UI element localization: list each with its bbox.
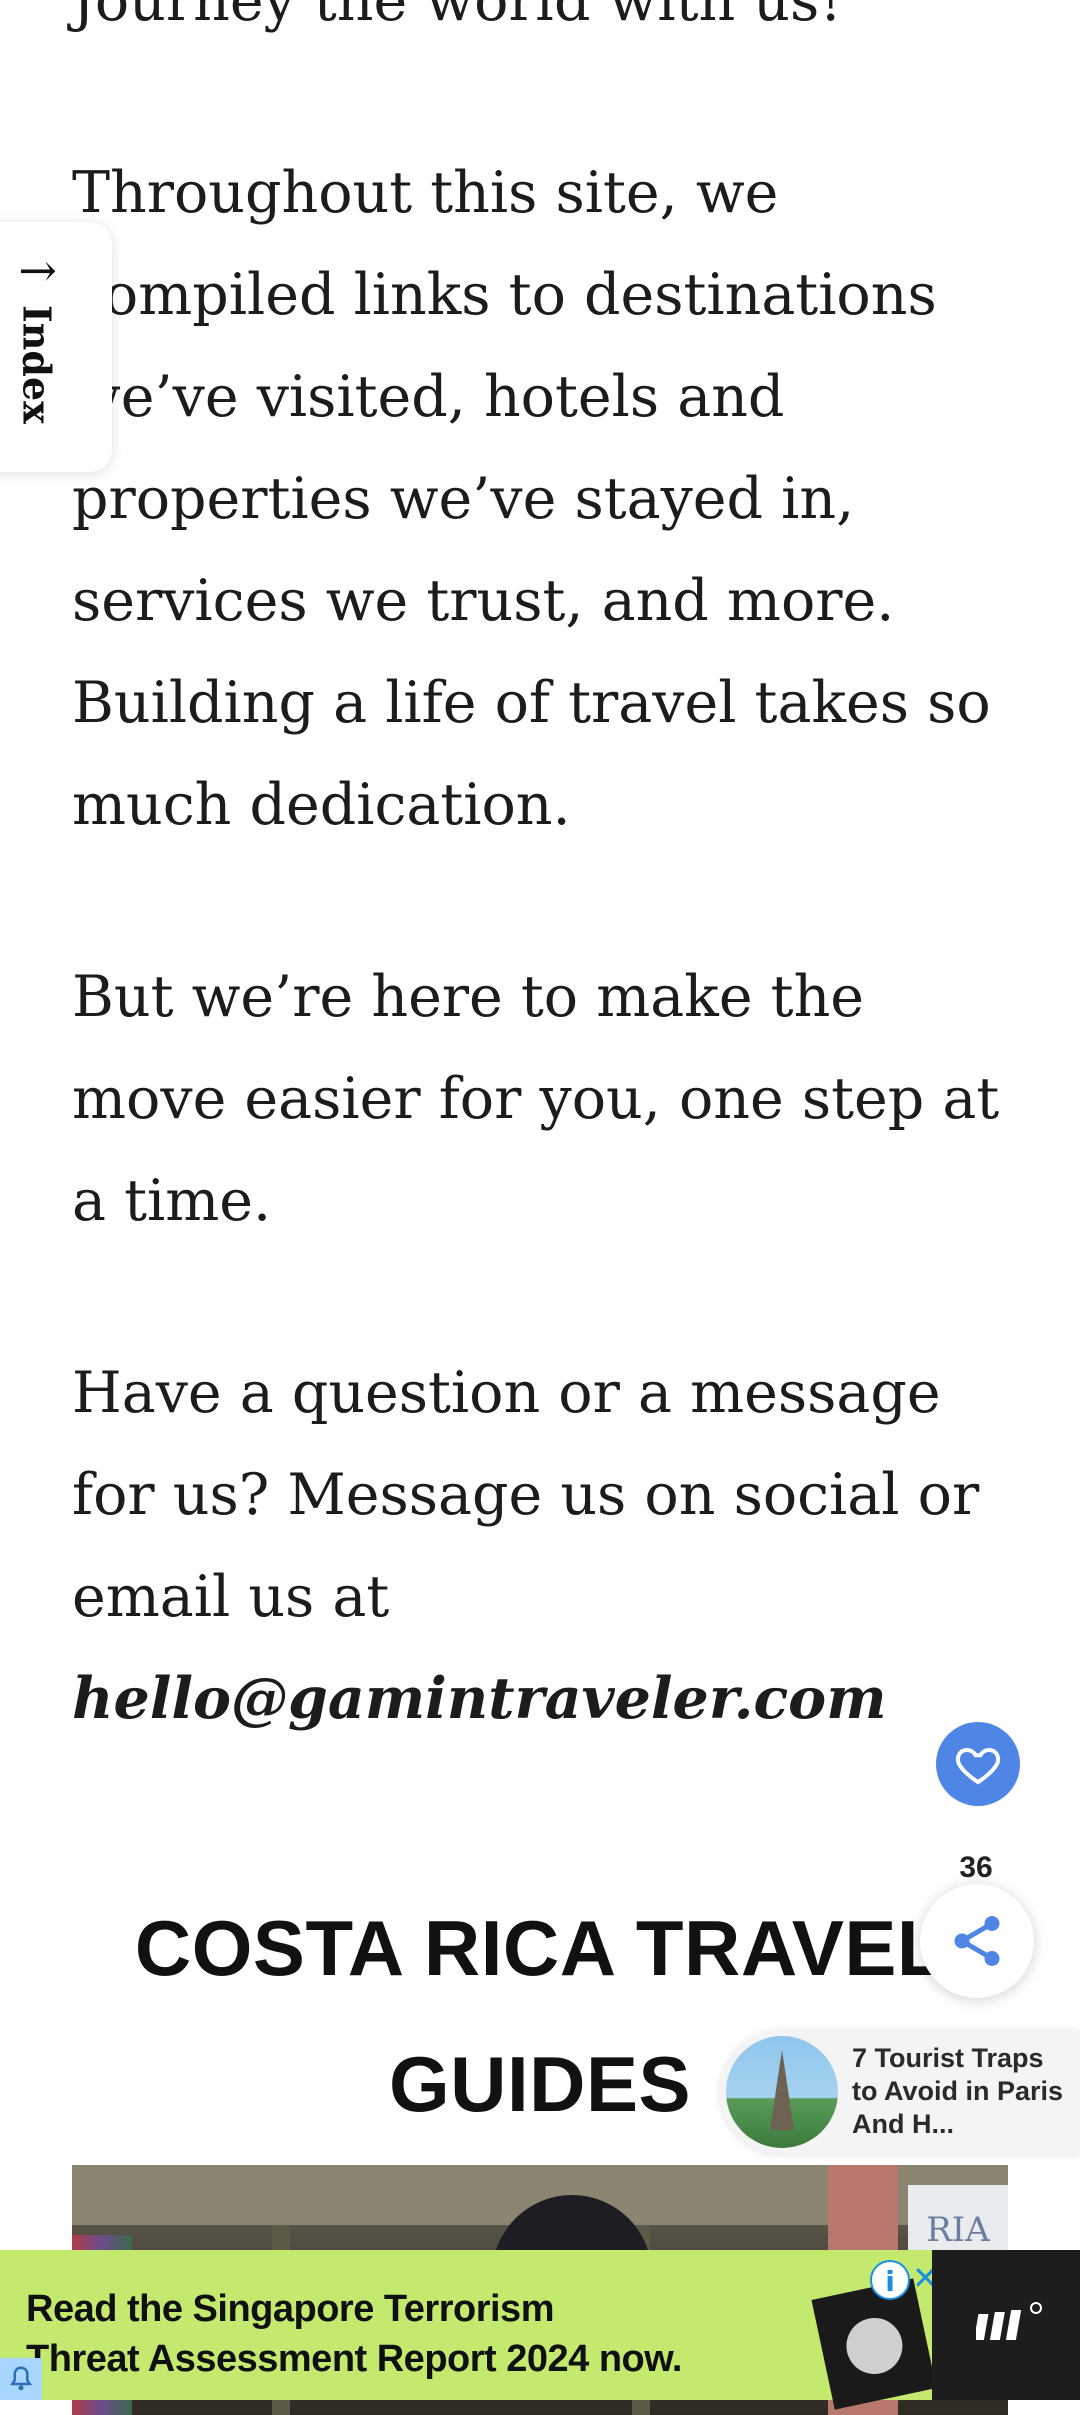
ad-headline: Read the Singapore Terrorism Threat Asse… <box>26 2284 682 2384</box>
ad-info-icon[interactable]: i <box>870 2260 910 2300</box>
article-body: Journey the world with us! Throughout th… <box>72 0 1022 1840</box>
share-button[interactable] <box>920 1884 1034 1998</box>
ad-headline-line1: Read the Singapore Terrorism <box>26 2288 554 2330</box>
paragraph-links: Throughout this site, we compiled links … <box>72 160 991 838</box>
notification-button[interactable] <box>0 2358 42 2400</box>
share-icon <box>954 1916 1000 1966</box>
index-tab[interactable]: ↑ Index <box>0 222 112 472</box>
eiffel-tower-thumbnail <box>726 2036 838 2148</box>
brand-logo-icon <box>976 2302 1042 2340</box>
index-label: Index <box>14 304 60 424</box>
ad-headline-line2: Threat Assessment Report 2024 now. <box>26 2338 682 2380</box>
contact-lead: Have a question or a message for us? Mes… <box>72 1360 980 1630</box>
ad-banner[interactable]: Read the Singapore Terrorism Threat Asse… <box>0 2250 1080 2410</box>
paragraph-contact: Have a question or a message for us? Mes… <box>72 1342 1022 1750</box>
recommended-article-title: 7 Tourist Traps to Avoid in Paris And H.… <box>852 2043 1064 2139</box>
heart-icon <box>955 1747 1001 1785</box>
arrow-up-icon: ↑ <box>10 252 64 291</box>
bell-icon <box>9 2366 33 2391</box>
recommended-article-card[interactable]: 7 Tourist Traps to Avoid in Paris And H.… <box>720 2030 1080 2154</box>
paragraph-intro: Journey the world with us! <box>72 0 843 34</box>
ad-brand-panel <box>932 2250 1080 2400</box>
like-button[interactable] <box>936 1722 1020 1806</box>
report-book-image <box>811 2278 937 2410</box>
paragraph-move: But we’re here to make the move easier f… <box>72 964 1000 1234</box>
email-link[interactable]: hello@gamintraveler.com <box>72 1665 887 1732</box>
